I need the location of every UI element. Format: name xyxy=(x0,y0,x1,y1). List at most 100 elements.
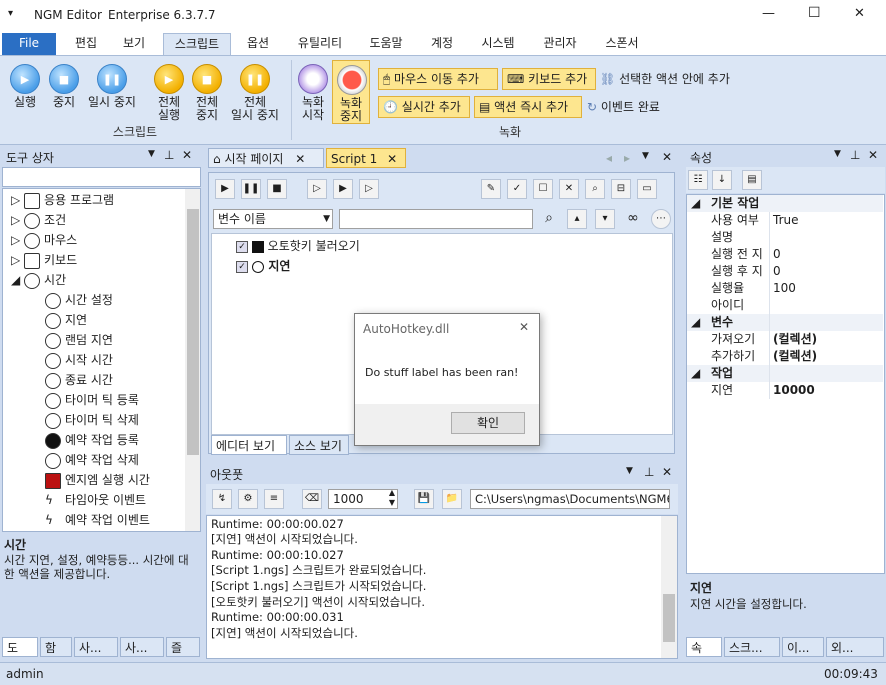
tree-sub-item[interactable]: 지연 xyxy=(45,310,87,330)
tree-item[interactable]: ▷ 키보드 xyxy=(11,250,77,270)
step-over-icon[interactable]: ▷ xyxy=(359,179,379,199)
tab-file[interactable]: File xyxy=(2,33,56,55)
log-settings-icon[interactable]: ⚙ xyxy=(238,489,258,509)
prop-row[interactable]: 사용 여부 True xyxy=(687,212,883,229)
scrollbar-thumb[interactable] xyxy=(663,594,675,642)
pin-icon[interactable]: ⊥ xyxy=(850,148,860,162)
record-stop-button[interactable]: 녹화 중지 xyxy=(332,60,370,124)
tree-sub-item[interactable]: 타이머 틱 등록 xyxy=(45,390,139,410)
tab-options[interactable]: 옵션 xyxy=(240,33,276,55)
prop-row[interactable]: 추가하기 (컬렉션) xyxy=(687,348,883,365)
delete-icon[interactable]: ✕ xyxy=(559,179,579,199)
event-done-button[interactable]: ↻ 이벤트 완료 xyxy=(587,98,660,115)
tree-sub-item[interactable]: 예약 작업 삭제 xyxy=(45,450,139,470)
tree-sub-item[interactable]: ϟ 타임아웃 이벤트 xyxy=(45,490,146,510)
tree-sub-item[interactable]: 랜덤 지연 xyxy=(45,330,113,350)
tab-view[interactable]: 보기 xyxy=(116,33,152,55)
dropdown-icon[interactable]: ▼ xyxy=(148,149,155,159)
step-icon[interactable]: ▶ xyxy=(333,179,353,199)
pause-label[interactable]: 일시 중지 xyxy=(82,96,142,109)
run-all-label[interactable]: 전체 실행 xyxy=(148,96,190,122)
section-variables[interactable]: ◢ 변수 xyxy=(687,314,883,331)
tree-item[interactable]: ▷ 조건 xyxy=(11,210,66,230)
tab-start-page[interactable]: ⌂ 시작 페이지 ✕ xyxy=(208,148,324,168)
close-icon[interactable]: ✕ xyxy=(662,150,672,164)
tab-source-view[interactable]: 소스 보기 xyxy=(289,435,349,455)
toolbox-search[interactable] xyxy=(2,167,201,187)
wrap-icon[interactable]: ≡ xyxy=(264,489,284,509)
ok-button[interactable]: 확인 xyxy=(451,412,525,434)
quick-access-icon[interactable]: ▾ xyxy=(8,8,13,19)
prop-row[interactable]: 지연 10000 xyxy=(687,382,883,399)
minimize-button[interactable]: — xyxy=(762,6,775,21)
save-icon[interactable]: 💾 xyxy=(414,489,434,509)
log-path-input[interactable]: C:\Users\ngmas\Documents\NGM6\ xyxy=(470,489,670,509)
tab-script[interactable]: 스크립트 xyxy=(163,33,231,55)
run-all-icon[interactable]: ▶ xyxy=(154,64,184,94)
monitor-icon[interactable]: ▭ xyxy=(637,179,657,199)
eraser-icon[interactable]: ⌫ xyxy=(302,489,322,509)
dropdown-icon[interactable]: ▼ xyxy=(834,149,841,159)
sort-az-icon[interactable]: ↓ xyxy=(712,170,732,190)
tab-sponsor[interactable]: 스폰서 xyxy=(598,33,646,55)
play-icon[interactable]: ▶ xyxy=(10,64,40,94)
add-realtime-button[interactable]: 🕘 실시간 추가 xyxy=(378,96,470,118)
tab-help[interactable]: 도움말 xyxy=(364,33,408,55)
tree-sub-item[interactable]: 종료 시간 xyxy=(45,370,113,390)
tab-external[interactable]: 외... xyxy=(826,637,884,657)
output-scrollbar[interactable] xyxy=(661,516,677,658)
close-button[interactable]: ✕ xyxy=(854,6,865,21)
add-mouse-move-button[interactable]: 🖱 마우스 이동 추가 xyxy=(378,68,498,90)
prop-row[interactable]: 가져오기 (컬렉션) xyxy=(687,331,883,348)
edit-icon[interactable]: ✎ xyxy=(481,179,501,199)
line-count-input[interactable]: 1000 ▲ ▼ xyxy=(328,488,398,509)
search-icon[interactable]: ⌕ xyxy=(539,209,559,229)
tree-item[interactable]: ▷ 마우스 xyxy=(11,230,77,250)
tree-sub-item[interactable]: 시간 설정 xyxy=(45,290,113,310)
pin-icon[interactable]: ⊥ xyxy=(644,465,654,479)
arrow-down-icon[interactable]: ▾ xyxy=(595,209,615,229)
stop-label[interactable]: 중지 xyxy=(44,96,84,109)
pause-icon[interactable]: ❚❚ xyxy=(241,179,261,199)
tab-account[interactable]: 계정 xyxy=(424,33,460,55)
infinity-icon[interactable]: ∞ xyxy=(623,209,643,229)
tree-sub-item[interactable]: 타이머 틱 삭제 xyxy=(45,410,139,430)
dropdown-icon[interactable]: ▼ xyxy=(626,466,633,476)
tab-toolbox[interactable]: 도 xyxy=(2,637,38,657)
tab-admin[interactable]: 관리자 xyxy=(536,33,584,55)
tab-editor-view[interactable]: 에디터 보기 xyxy=(211,435,287,455)
pause-icon[interactable]: ❚❚ xyxy=(97,64,127,94)
tab-functions[interactable]: 함 xyxy=(40,637,72,657)
stop-all-label[interactable]: 전체 중지 xyxy=(186,96,228,122)
tab-system[interactable]: 시스템 xyxy=(474,33,522,55)
tree-sub-item[interactable]: ϟ 예약 작업 이벤트 xyxy=(45,510,150,530)
prop-row[interactable]: 설명 xyxy=(687,229,883,246)
tab-image[interactable]: 이... xyxy=(782,637,824,657)
clear-icon[interactable]: ↯ xyxy=(212,489,232,509)
action-item[interactable]: ✓ 지연 xyxy=(236,256,290,276)
section-basic[interactable]: ◢ 기본 작업 xyxy=(687,195,883,212)
more-icon[interactable]: ⋯ xyxy=(651,209,671,229)
toolbox-scrollbar[interactable] xyxy=(185,189,200,531)
pause-all-label[interactable]: 전체 일시 중지 xyxy=(226,96,284,122)
tree-item[interactable]: ▷ 응용 프로그램 xyxy=(11,190,114,210)
scrollbar-thumb[interactable] xyxy=(187,209,199,455)
stop-icon[interactable]: ■ xyxy=(49,64,79,94)
arrow-up-icon[interactable]: ▴ xyxy=(567,209,587,229)
close-icon[interactable]: ✕ xyxy=(519,320,529,334)
variable-select[interactable]: 변수 이름 ▼ xyxy=(213,209,333,229)
close-icon[interactable]: ✕ xyxy=(868,148,878,162)
tree-item-time[interactable]: ◢ 시간 xyxy=(11,270,66,290)
scroll-right-icon[interactable]: ▸ xyxy=(624,151,630,165)
close-icon[interactable]: ✕ xyxy=(662,465,672,479)
scroll-left-icon[interactable]: ◂ xyxy=(606,151,612,165)
pause-all-icon[interactable]: ❚❚ xyxy=(240,64,270,94)
prop-row[interactable]: 아이디 xyxy=(687,297,883,314)
play-outline-icon[interactable]: ▷ xyxy=(307,179,327,199)
add-action-now-button[interactable]: ▤ 액션 즉시 추가 xyxy=(474,96,582,118)
variable-search-input[interactable] xyxy=(339,209,533,229)
folder-icon[interactable]: 📁 xyxy=(442,489,462,509)
tree-sub-item[interactable]: 엔지엠 실행 시간 xyxy=(45,470,150,490)
add-in-selected-button[interactable]: ⛓ 선택한 액션 안에 추가 xyxy=(600,70,730,87)
section-action[interactable]: ◢ 작업 xyxy=(687,365,883,382)
